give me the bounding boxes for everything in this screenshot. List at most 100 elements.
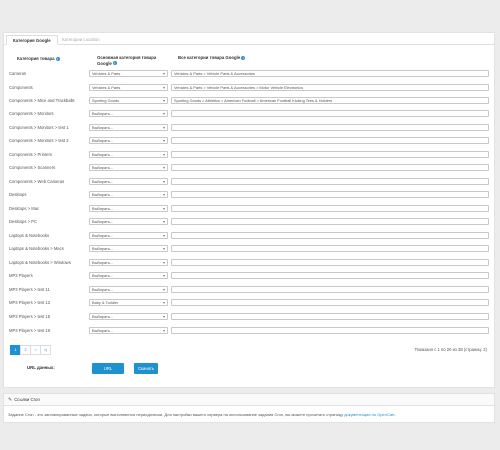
table-row: MP3 Players > test 16 Выбирать... ▾ [9, 326, 489, 335]
all-google-categories-input[interactable] [171, 137, 489, 144]
all-google-categories-input[interactable] [171, 313, 489, 320]
select-value: Выбирать... [92, 219, 114, 224]
main-google-category-select[interactable]: Baby & Toddler ▾ [89, 299, 168, 306]
select-value: Vehicles & Parts [92, 85, 121, 90]
cron-links-panel: ✎ Ссылки Cron Задание Cron - это заплани… [3, 393, 495, 423]
tab-bar: Категория Google Категории Location [3, 32, 495, 45]
all-google-categories-input[interactable] [171, 205, 489, 212]
select-value: Выбирать... [92, 165, 114, 170]
select-value: Выбирать... [92, 260, 114, 265]
select-value: Выбирать... [92, 138, 114, 143]
url-data-label: URL данных: [27, 365, 55, 370]
main-google-category-select[interactable]: Выбирать... ▾ [89, 151, 168, 158]
main-google-category-select[interactable]: Выбирать... ▾ [89, 313, 168, 320]
all-google-categories-input[interactable] [171, 178, 489, 185]
category-label: Components [9, 85, 33, 90]
chevron-down-icon: ▾ [162, 192, 165, 197]
table-row: Laptops & Notebooks > Windows Выбирать...… [9, 258, 489, 267]
cron-links-header: ✎ Ссылки Cron [4, 394, 494, 406]
main-google-category-select[interactable]: Выбирать... ▾ [89, 272, 168, 279]
select-value: Выбирать... [92, 179, 114, 184]
table-row: Laptops & Notebooks > Macs Выбирать... ▾ [9, 244, 489, 253]
main-google-category-select[interactable]: Выбирать... ▾ [89, 232, 168, 239]
all-google-categories-input[interactable] [171, 327, 489, 334]
download-button[interactable]: Скачать [134, 363, 158, 374]
header-all-google-categories: Все категории товара Google i [178, 55, 246, 60]
all-google-categories-input[interactable] [171, 299, 489, 306]
category-label: Laptops & Notebooks > Macs [9, 246, 64, 251]
chevron-down-icon: ▾ [162, 125, 165, 130]
chevron-down-icon: ▾ [162, 138, 165, 143]
main-google-category-select[interactable]: Vehicles & Parts ▾ [89, 84, 168, 91]
main-google-category-select[interactable]: Выбирать... ▾ [89, 137, 168, 144]
pencil-icon: ✎ [8, 397, 13, 403]
chevron-down-icon: ▾ [162, 219, 165, 224]
table-row: Laptops & Notebooks Выбирать... ▾ [9, 231, 489, 240]
table-row: MP3 Players > test 15 Выбирать... ▾ [9, 312, 489, 321]
main-google-category-select[interactable]: Sporting Goods ▾ [89, 97, 168, 104]
select-value: Vehicles & Parts [92, 71, 121, 76]
main-google-category-select[interactable]: Vehicles & Parts ▾ [89, 70, 168, 77]
chevron-down-icon: ▾ [162, 233, 165, 238]
chevron-down-icon: ▾ [162, 328, 165, 333]
all-google-categories-input[interactable]: Vehicles & Parts > Vehicle Parts & Acces… [171, 70, 489, 77]
category-label: Components > Printers [9, 152, 52, 157]
category-label: Desktops > Mac [9, 206, 40, 211]
chevron-down-icon: ▾ [162, 206, 165, 211]
table-row: Components > Monitors > test 1 Выбирать..… [9, 123, 489, 132]
main-google-category-select[interactable]: Выбирать... ▾ [89, 259, 168, 266]
main-google-category-select[interactable]: Выбирать... ▾ [89, 191, 168, 198]
select-value: Выбирать... [92, 233, 114, 238]
table-row: MP3 Players Выбирать... ▾ [9, 271, 489, 280]
main-google-category-select[interactable]: Выбирать... ▾ [89, 218, 168, 225]
chevron-down-icon: ▾ [162, 85, 165, 90]
all-google-categories-input[interactable] [171, 245, 489, 252]
table-row: Desktops > PC Выбирать... ▾ [9, 217, 489, 226]
select-value: Baby & Toddler [92, 300, 119, 305]
select-value: Выбирать... [92, 206, 114, 211]
all-google-categories-input[interactable] [171, 151, 489, 158]
info-icon[interactable]: i [112, 61, 117, 66]
chevron-down-icon: ▾ [162, 273, 165, 278]
category-label: Desktops [9, 192, 27, 197]
all-google-categories-input[interactable]: Sporting Goods > Athletics > American Fo… [171, 97, 489, 104]
opencart-docs-link[interactable]: документации по OpenCart. [344, 412, 395, 417]
category-label: Components > Scanners [9, 165, 56, 170]
main-google-category-select[interactable]: Выбирать... ▾ [89, 205, 168, 212]
info-icon[interactable]: i [55, 56, 60, 61]
all-google-categories-input[interactable] [171, 286, 489, 293]
all-google-categories-input[interactable] [171, 124, 489, 131]
category-label: MP3 Players > test 16 [9, 328, 51, 333]
tab-location-category[interactable]: Категории Location [56, 35, 106, 45]
chevron-down-icon: ▾ [162, 111, 165, 116]
chevron-down-icon: ▾ [162, 300, 165, 305]
all-google-categories-input[interactable] [171, 232, 489, 239]
category-label: Laptops & Notebooks [9, 233, 50, 238]
main-google-category-select[interactable]: Выбирать... ▾ [89, 327, 168, 334]
main-google-category-select[interactable]: Выбирать... ▾ [89, 164, 168, 171]
all-google-categories-input[interactable] [171, 218, 489, 225]
last-page-link[interactable]: >| [40, 345, 51, 355]
all-google-categories-input[interactable]: Vehicles & Parts > Vehicle Parts & Acces… [171, 84, 489, 91]
tab-google-category[interactable]: Категория Google [6, 35, 58, 45]
main-google-category-select[interactable]: Выбирать... ▾ [89, 110, 168, 117]
all-google-categories-input[interactable] [171, 191, 489, 198]
url-button[interactable]: URL [92, 363, 124, 374]
main-google-category-select[interactable]: Выбирать... ▾ [89, 178, 168, 185]
select-value: Выбирать... [92, 287, 114, 292]
select-value: Выбирать... [92, 246, 114, 251]
table-row: Components > Web Cameras Выбирать... ▾ [9, 177, 489, 186]
table-row: Components > Mice and Trackballs Sporting… [9, 96, 489, 105]
table-row: Components > Monitors > test 2 Выбирать..… [9, 136, 489, 145]
all-google-categories-input[interactable] [171, 259, 489, 266]
info-icon[interactable]: i [241, 55, 246, 60]
all-google-categories-input[interactable] [171, 164, 489, 171]
chevron-down-icon: ▾ [162, 314, 165, 319]
all-google-categories-input[interactable] [171, 272, 489, 279]
main-google-category-select[interactable]: Выбирать... ▾ [89, 245, 168, 252]
main-google-category-select[interactable]: Выбирать... ▾ [89, 286, 168, 293]
main-google-category-select[interactable]: Выбирать... ▾ [89, 124, 168, 131]
all-google-categories-input[interactable] [171, 110, 489, 117]
table-row: Components > Scanners Выбирать... ▾ [9, 163, 489, 172]
table-row: MP3 Players > test 12 Baby & Toddler ▾ [9, 298, 489, 307]
